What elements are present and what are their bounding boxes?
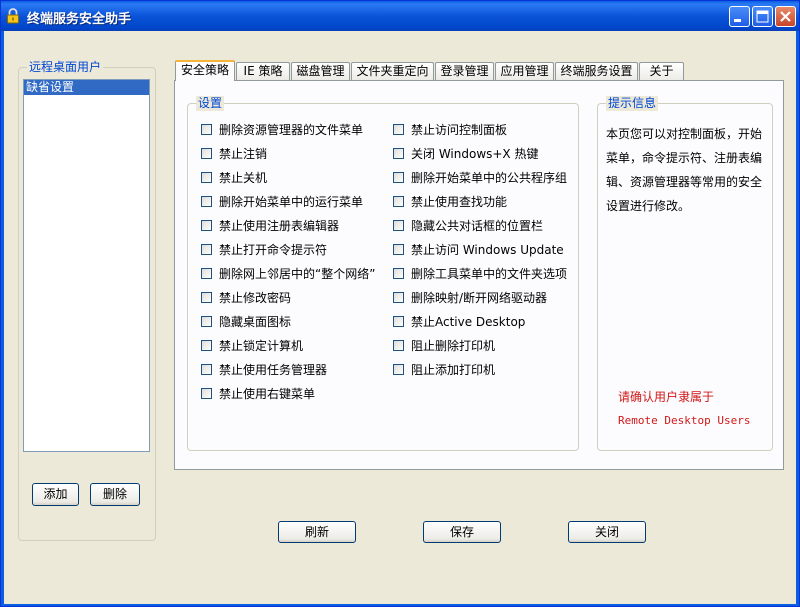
setting-label: 禁止使用查找功能: [411, 195, 508, 209]
checkbox[interactable]: [393, 220, 404, 231]
setting-label: 删除映射/断开网络驱动器: [411, 291, 548, 305]
checkbox[interactable]: [393, 292, 404, 303]
app-window: 终端服务安全助手 远程桌面用户 缺省设置 添加 删除 安全策略 IE 策略 磁盘…: [0, 0, 800, 607]
checkbox[interactable]: [393, 340, 404, 351]
setting-label: 删除开始菜单中的运行菜单: [219, 195, 364, 209]
setting-label: 关闭 Windows+X 热键: [411, 147, 539, 161]
checkbox[interactable]: [393, 244, 404, 255]
setting-label: 隐藏公共对话框的位置栏: [411, 219, 544, 233]
setting-label: 禁止Active Desktop: [411, 315, 526, 329]
close-window-button[interactable]: [775, 6, 796, 27]
checkbox[interactable]: [393, 172, 404, 183]
delete-user-button[interactable]: 删除: [90, 483, 140, 506]
refresh-button[interactable]: 刷新: [278, 521, 356, 543]
checkbox[interactable]: [201, 172, 212, 183]
save-button[interactable]: 保存: [423, 521, 501, 543]
close-button[interactable]: 关闭: [568, 521, 646, 543]
maximize-icon: [756, 10, 769, 23]
hint-group: 提示信息 本页您可以对控制面板，开始菜单，命令提示符、注册表编辑、资源管理器等常…: [597, 96, 773, 451]
remote-users-group-title: 远程桌面用户: [27, 60, 104, 75]
tab-app-management[interactable]: 应用管理: [495, 62, 554, 80]
warning-text: 请确认用户隶属于: [618, 390, 715, 404]
tab-about[interactable]: 关于: [639, 62, 684, 80]
add-user-button[interactable]: 添加: [32, 483, 79, 506]
tab-terminal-settings[interactable]: 终端服务设置: [555, 62, 638, 80]
checkbox[interactable]: [201, 340, 212, 351]
checkbox[interactable]: [201, 388, 212, 399]
setting-label: 删除网上邻居中的“整个网络”: [219, 267, 376, 281]
checkbox[interactable]: [201, 196, 212, 207]
checkbox[interactable]: [201, 244, 212, 255]
lock-icon: [6, 8, 20, 24]
checkbox[interactable]: [201, 364, 212, 375]
checkbox[interactable]: [201, 268, 212, 279]
checkbox[interactable]: [393, 268, 404, 279]
checkbox[interactable]: [201, 124, 212, 135]
setting-label: 阻止添加打印机: [411, 363, 496, 377]
hint-group-title: 提示信息: [606, 96, 659, 111]
security-policy-panel: 设置 删除资源管理器的文件菜单 禁止注销禁止关机删除开始菜单中的运行菜单 禁止使用注…: [174, 80, 784, 470]
title-bar[interactable]: 终端服务安全助手: [1, 1, 799, 31]
setting-label: 禁止修改密码: [219, 291, 292, 305]
setting-label: 禁止锁定计算机: [219, 339, 304, 353]
window-title: 终端服务安全助手: [27, 12, 132, 27]
tab-ie-policy[interactable]: IE 策略: [236, 62, 290, 80]
setting-label: 禁止访问控制面板: [411, 123, 508, 137]
tab-security-policy[interactable]: 安全策略: [175, 60, 235, 81]
setting-label: 禁止使用注册表编辑器: [219, 219, 340, 233]
checkbox[interactable]: [393, 316, 404, 327]
checkbox[interactable]: [201, 292, 212, 303]
checkbox[interactable]: [393, 364, 404, 375]
minimize-icon: [734, 19, 741, 22]
setting-label: 阻止删除打印机: [411, 339, 496, 353]
tab-disk-management[interactable]: 磁盘管理: [291, 62, 350, 80]
setting-label: 禁止注销: [219, 147, 268, 161]
close-icon: [780, 11, 791, 22]
checkbox[interactable]: [393, 148, 404, 159]
setting-label: 禁止访问 Windows Update: [411, 243, 564, 257]
tab-logon-management[interactable]: 登录管理: [435, 62, 494, 80]
setting-label: 删除开始菜单中的公共程序组: [411, 171, 568, 185]
setting-label: 禁止使用任务管理器: [219, 363, 328, 377]
setting-label: 删除资源管理器的文件菜单: [219, 123, 364, 137]
checkbox[interactable]: [201, 316, 212, 327]
tab-folder-redirect[interactable]: 文件夹重定向: [351, 62, 434, 80]
user-listbox[interactable]: 缺省设置: [23, 79, 150, 452]
checkbox[interactable]: [393, 124, 404, 135]
setting-label: 隐藏桌面图标: [219, 315, 292, 329]
settings-group: 设置 删除资源管理器的文件菜单 禁止注销禁止关机删除开始菜单中的运行菜单 禁止使用注…: [187, 96, 579, 451]
client-area: 远程桌面用户 缺省设置 添加 删除 安全策略 IE 策略 磁盘管理 文件夹重定向…: [4, 31, 796, 604]
list-item[interactable]: 缺省设置: [24, 80, 149, 95]
hint-text: 本页您可以对控制面板，开始菜单，命令提示符、注册表编辑、资源管理器等常用的安全设…: [606, 127, 763, 213]
checkbox[interactable]: [393, 196, 404, 207]
settings-group-title: 设置: [196, 96, 225, 111]
setting-label: 删除工具菜单中的文件夹选项: [411, 267, 568, 281]
setting-label: 禁止打开命令提示符: [219, 243, 328, 257]
checkbox[interactable]: [201, 148, 212, 159]
minimize-button[interactable]: [729, 6, 750, 27]
warning-group-name: Remote Desktop Users: [618, 414, 751, 427]
setting-label: 禁止关机: [219, 171, 268, 185]
checkbox[interactable]: [201, 220, 212, 231]
setting-label: 禁止使用右键菜单: [219, 387, 316, 401]
maximize-button[interactable]: [752, 6, 773, 27]
